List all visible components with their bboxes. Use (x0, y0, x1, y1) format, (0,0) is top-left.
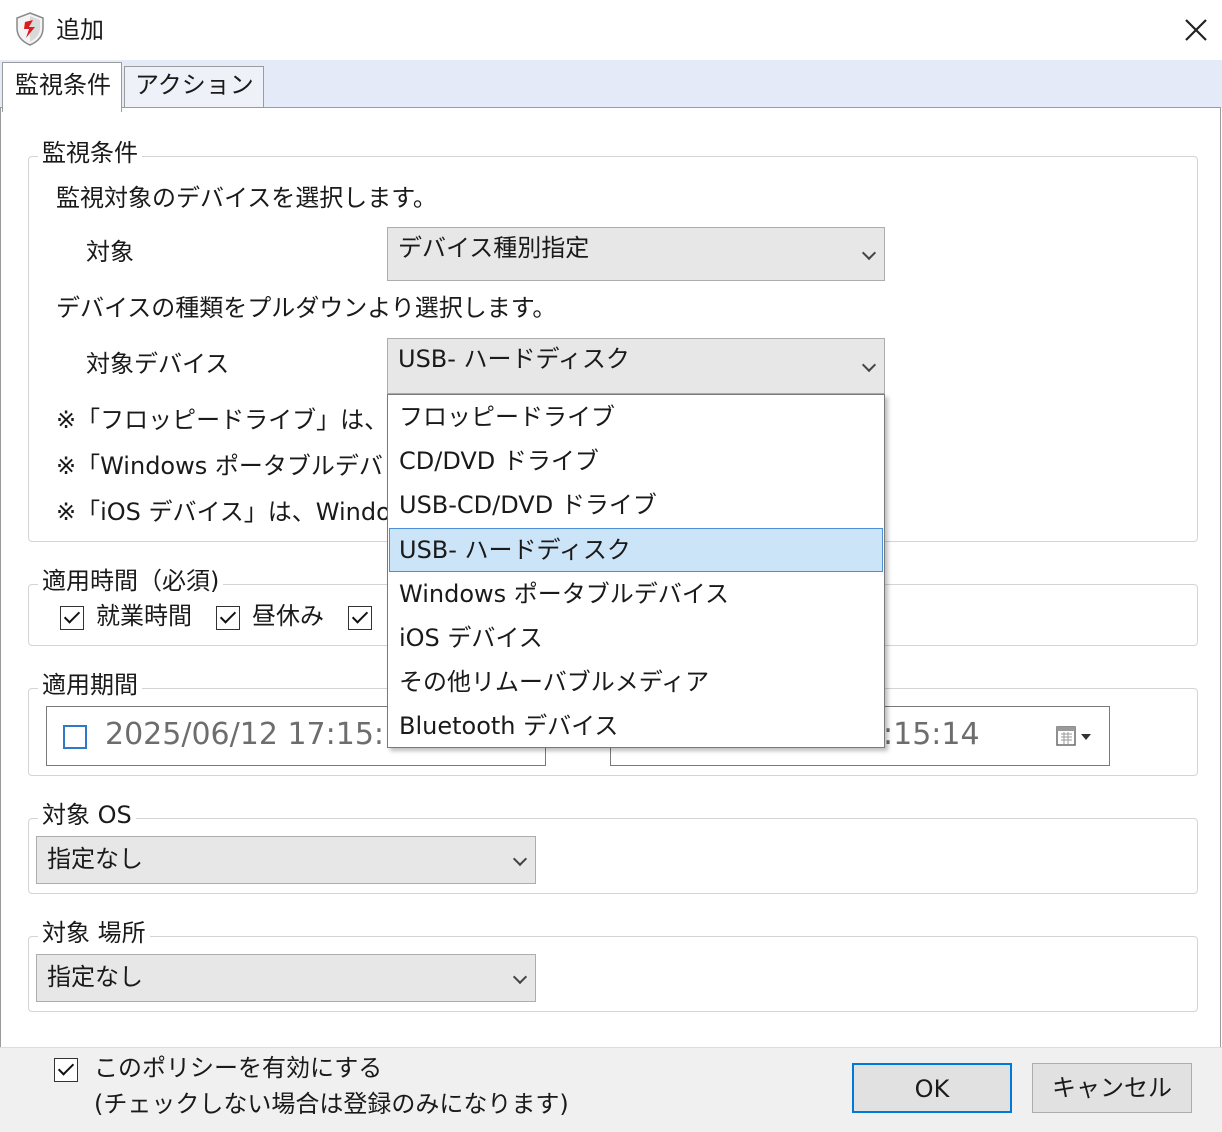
tab-label: アクション (135, 71, 254, 99)
dropdown-option[interactable]: Windows ポータブルデバイス (389, 572, 883, 616)
note-windows-portable: ※「Windows ポータブルデバ (56, 452, 383, 480)
dropdown-option[interactable]: CD/DVD ドライブ (389, 439, 883, 483)
option-label: その他リムーバブルメディア (399, 668, 710, 696)
enable-policy-label: このポリシーを有効にする (94, 1054, 383, 1082)
enable-policy-checkbox[interactable] (54, 1058, 78, 1082)
option-label: CD/DVD ドライブ (399, 447, 599, 475)
window-title: 追加 (56, 16, 104, 44)
target-os-legend: 対象 OS (38, 799, 136, 831)
third-time-checkbox[interactable] (348, 606, 372, 630)
target-select[interactable]: デバイス種別指定 (387, 227, 885, 281)
device-select-value: USB- ハードディスク (398, 345, 630, 373)
option-label: Bluetooth デバイス (399, 712, 619, 740)
dropdown-option[interactable]: Bluetooth デバイス (389, 704, 883, 748)
tab-label: 監視条件 (15, 71, 111, 99)
start-date-text: 2025/06/12 17:15: (105, 717, 385, 752)
target-location-select[interactable]: 指定なし (36, 954, 536, 1002)
work-hours-checkbox[interactable] (60, 606, 84, 630)
option-label: iOS デバイス (399, 624, 543, 652)
target-label: 対象 (86, 238, 134, 266)
calendar-dropdown-icon[interactable] (1055, 723, 1097, 751)
shield-app-icon (14, 12, 46, 46)
chevron-down-icon (512, 851, 528, 867)
dropdown-option[interactable]: その他リムーバブルメディア (389, 660, 883, 704)
enable-policy-note: (チェックしない場合は登録のみになります) (94, 1090, 569, 1118)
lunch-break-label: 昼休み (252, 602, 324, 630)
target-os-select[interactable]: 指定なし (36, 836, 536, 884)
cancel-button[interactable]: キャンセル (1032, 1063, 1192, 1113)
start-date-enable-checkbox[interactable] (63, 725, 87, 749)
target-description: 監視対象のデバイスを選択します。 (56, 184, 437, 212)
target-select-value: デバイス種別指定 (398, 234, 590, 262)
option-label: フロッピードライブ (399, 403, 615, 431)
chevron-down-icon (512, 969, 528, 985)
close-icon[interactable] (1176, 10, 1216, 50)
tab-actions[interactable]: アクション (124, 66, 264, 108)
dropdown-option[interactable]: USB-CD/DVD ドライブ (389, 483, 883, 527)
note-ios: ※「iOS デバイス」は、Windo (56, 498, 391, 526)
option-label: Windows ポータブルデバイス (399, 580, 730, 608)
device-select[interactable]: USB- ハードディスク (387, 338, 885, 394)
title-bar (0, 0, 1222, 60)
note-floppy: ※「フロッピードライブ」は、 (56, 406, 389, 434)
chevron-down-icon (861, 245, 877, 261)
dropdown-option[interactable]: iOS デバイス (389, 616, 883, 660)
option-label: USB-CD/DVD ドライブ (399, 491, 657, 519)
applicable-period-legend: 適用期間 (38, 669, 142, 701)
device-label: 対象デバイス (86, 350, 230, 378)
device-dropdown-list: フロッピードライブ CD/DVD ドライブ USB-CD/DVD ドライブ US… (387, 394, 885, 748)
cancel-button-label: キャンセル (1052, 1074, 1172, 1102)
chevron-down-icon (861, 357, 877, 373)
dropdown-option-selected[interactable]: USB- ハードディスク (389, 528, 883, 572)
end-date-text: :15:14 (883, 717, 980, 752)
target-os-value: 指定なし (47, 845, 143, 873)
monitor-conditions-legend: 監視条件 (38, 137, 142, 169)
target-location-legend: 対象 場所 (38, 917, 150, 949)
ok-button[interactable]: OK (852, 1063, 1012, 1113)
tab-monitor-conditions[interactable]: 監視条件 (2, 62, 122, 112)
option-label: USB- ハードディスク (399, 536, 631, 564)
lunch-break-checkbox[interactable] (216, 606, 240, 630)
device-description: デバイスの種類をプルダウンより選択します。 (56, 294, 557, 322)
target-location-value: 指定なし (47, 963, 143, 991)
work-hours-label: 就業時間 (96, 602, 192, 630)
applicable-time-legend: 適用時間（必須) (38, 565, 224, 597)
dropdown-option[interactable]: フロッピードライブ (389, 395, 883, 439)
ok-button-label: OK (914, 1075, 950, 1103)
